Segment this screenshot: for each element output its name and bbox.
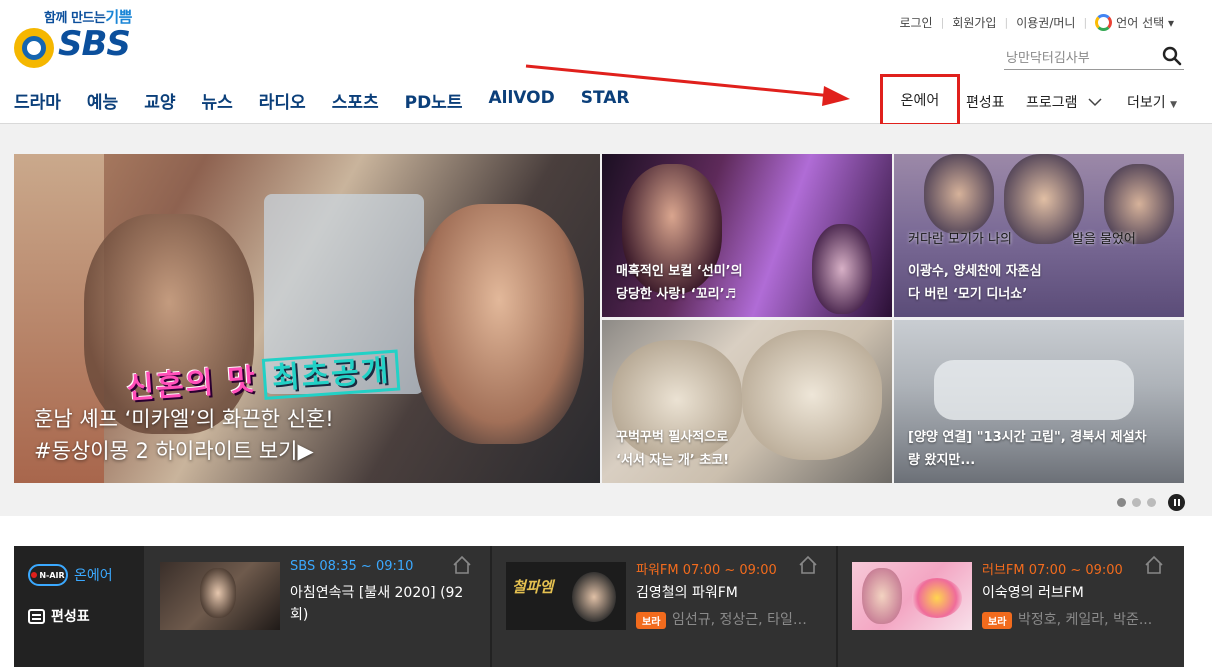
- live-program-title: 이숙영의 러브FM: [982, 585, 1084, 601]
- search-icon[interactable]: [1162, 46, 1182, 66]
- live-thumbnail: [852, 562, 972, 630]
- onair-badge-icon: N-AIR: [28, 564, 68, 586]
- live-time: 파워FM 07:00 ~ 09:00: [636, 563, 777, 578]
- live-cast: 임선규, 정상근, 타일러...: [672, 612, 818, 628]
- live-card-lovefm[interactable]: 러브FM 07:00 ~ 09:00 이숙영의 러브FM 보라 박정호, 케일라…: [836, 546, 1182, 667]
- bora-badge[interactable]: 보라: [636, 612, 667, 629]
- nav-right: 온에어 편성표 프로그램 더보기 ▼: [880, 74, 1190, 128]
- live-cast: 박정호, 케일라, 박준...: [1018, 612, 1153, 628]
- divider: |: [1004, 16, 1009, 29]
- photo-region: [414, 204, 584, 444]
- live-program-title: 아침연속극 [불새 2020] (92회): [290, 585, 464, 623]
- hero-main-banner[interactable]: 신혼의 맛 최초공개 훈남 셰프 ‘미카엘’의 화끈한 신혼! #동상이몽 2 하…: [14, 154, 600, 483]
- live-card-sbs[interactable]: SBS 08:35 ~ 09:10 아침연속극 [불새 2020] (92회): [144, 546, 490, 667]
- nav-culture[interactable]: 교양: [144, 88, 175, 113]
- live-thumbnail: [160, 562, 280, 630]
- tile-caption: [양양 연결] "13시간 고립", 경북서 제설차 량 왔지만...: [908, 430, 1147, 468]
- chevron-down-icon: [1088, 98, 1102, 107]
- photo-region: [812, 224, 872, 314]
- login-link[interactable]: 로그인: [899, 14, 932, 31]
- nav-allvod[interactable]: AllVOD: [488, 88, 554, 113]
- language-select-label: 언어 선택 ▾: [1116, 16, 1174, 30]
- site-header: 함께 만드는기쁨 SBS 로그인 | 회원가입 | 이용권/머니 | 언어 선택…: [0, 0, 1212, 126]
- hero-tile-snow[interactable]: [양양 연결] "13시간 고립", 경북서 제설차 량 왔지만...: [894, 320, 1184, 483]
- bora-badge[interactable]: 보라: [982, 612, 1013, 629]
- sbs-logo-mark-icon: [14, 28, 54, 68]
- nav-news[interactable]: 뉴스: [201, 88, 232, 113]
- home-icon[interactable]: [1144, 555, 1164, 575]
- divider: |: [1083, 16, 1088, 29]
- onair-bar: N-AIR 온에어 편성표 SBS 08:35 ~ 09:10 아침연속극 [불…: [14, 546, 1184, 667]
- photo-region: [742, 330, 882, 460]
- hero-main-caption: 훈남 셰프 ‘미카엘’의 화끈한 신혼! #동상이몽 2 하이라이트 보기▶: [34, 407, 334, 463]
- carousel-dot[interactable]: [1147, 498, 1156, 507]
- home-icon[interactable]: [798, 555, 818, 575]
- pause-icon[interactable]: [1168, 494, 1185, 511]
- onair-menu-label: 온에어: [900, 93, 940, 109]
- language-select[interactable]: 언어 선택 ▾: [1095, 14, 1174, 31]
- live-thumbnail: 철파엠: [506, 562, 626, 630]
- nav-sports[interactable]: 스포츠: [332, 88, 379, 113]
- card-divider: [836, 546, 838, 667]
- nav-drama[interactable]: 드라마: [14, 88, 61, 113]
- main-nav: 드라마 예능 교양 뉴스 라디오 스포츠 PD노트 AllVOD STAR: [14, 88, 655, 113]
- carousel-indicators: [1117, 494, 1185, 511]
- search-input[interactable]: 낭만닥터김사부: [1006, 47, 1090, 66]
- voucher-link[interactable]: 이용권/머니: [1016, 14, 1075, 31]
- onair-side: N-AIR 온에어 편성표: [14, 546, 144, 667]
- divider: |: [940, 16, 945, 29]
- schedule-menu[interactable]: 편성표: [966, 92, 1005, 112]
- tile-caption: 매혹적인 보컬 ‘선미’의 당당한 사랑! ‘꼬리’♬: [616, 264, 743, 302]
- card-divider: [490, 546, 492, 667]
- schedule-label: 편성표: [51, 609, 90, 625]
- live-time: 러브FM 07:00 ~ 09:00: [982, 563, 1123, 578]
- hero-tile-mosquito[interactable]: 커다란 모기가 나의 발을 물었어 이광수, 양세찬에 자존심 다 버린 ‘모기 …: [894, 154, 1184, 317]
- schedule-icon: [28, 608, 45, 624]
- live-card-powerfm[interactable]: 철파엠 파워FM 07:00 ~ 09:00 김영철의 파워FM 보라 임선규,…: [490, 546, 836, 667]
- program-menu[interactable]: 프로그램: [1026, 92, 1102, 112]
- onair-menu-highlighted[interactable]: 온에어: [880, 74, 960, 126]
- hero-tile-sunmi[interactable]: 매혹적인 보컬 ‘선미’의 당당한 사랑! ‘꼬리’♬: [602, 154, 892, 317]
- live-time: SBS 08:35 ~ 09:10: [290, 559, 414, 574]
- carousel-dot[interactable]: [1117, 498, 1126, 507]
- join-link[interactable]: 회원가입: [952, 14, 996, 31]
- google-icon: [1095, 14, 1113, 31]
- onair-link[interactable]: N-AIR 온에어: [28, 564, 113, 586]
- live-program-title: 김영철의 파워FM: [636, 585, 738, 601]
- tile-caption: 이광수, 양세찬에 자존심 다 버린 ‘모기 디너쇼’: [908, 264, 1042, 302]
- search-box[interactable]: 낭만닥터김사부: [1004, 44, 1184, 70]
- utility-menu: 로그인 | 회원가입 | 이용권/머니 | 언어 선택 ▾: [899, 14, 1174, 31]
- more-menu[interactable]: 더보기 ▼: [1127, 92, 1177, 112]
- hero-tile-dog[interactable]: 꾸벅꾸벅 필사적으로 ‘서서 자는 개’ 초코!: [602, 320, 892, 483]
- carousel-dot[interactable]: [1132, 498, 1141, 507]
- tile-caption: 꾸벅꾸벅 필사적으로 ‘서서 자는 개’ 초코!: [616, 430, 730, 468]
- schedule-link[interactable]: 편성표: [28, 606, 90, 626]
- nav-star[interactable]: STAR: [581, 88, 630, 113]
- nav-radio[interactable]: 라디오: [259, 88, 306, 113]
- nav-pdnote[interactable]: PD노트: [405, 88, 463, 113]
- photo-region: [934, 360, 1134, 420]
- logo-text: SBS: [58, 24, 131, 64]
- photo-region: [924, 154, 994, 234]
- sbs-logo[interactable]: 함께 만드는기쁨 SBS: [14, 6, 134, 74]
- tile-subtitle: 커다란 모기가 나의 발을 물었어: [908, 232, 1136, 247]
- onair-label: 온에어: [74, 568, 113, 584]
- home-icon[interactable]: [452, 555, 472, 575]
- nav-variety[interactable]: 예능: [87, 88, 118, 113]
